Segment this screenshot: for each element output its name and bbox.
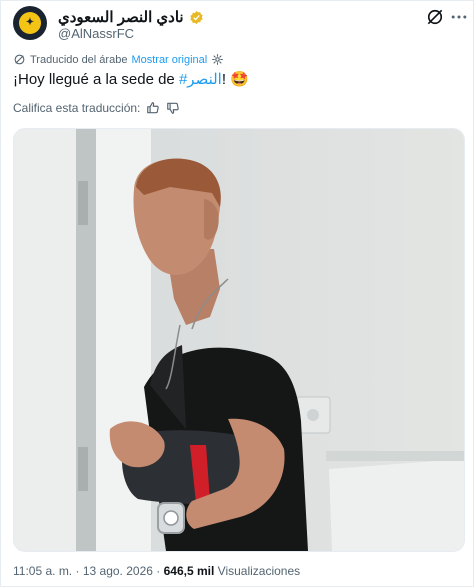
thumbs-up-icon[interactable]	[146, 101, 160, 115]
avatar[interactable]: ✦	[13, 6, 47, 40]
thumbs-down-icon[interactable]	[166, 101, 180, 115]
tweet-date[interactable]: 13 ago. 2026	[83, 564, 153, 578]
translate-icon	[14, 54, 25, 65]
star-struck-emoji: 🤩	[230, 71, 249, 88]
tweet-time[interactable]: 11:05 a. m.	[13, 564, 72, 578]
tweet-footer: 11:05 a. m. · 13 ago. 2026 · 646,5 mil V…	[13, 564, 300, 578]
verified-badge-icon	[189, 10, 203, 24]
translated-note: Traducido del árabe	[30, 53, 128, 66]
settings-gear-icon[interactable]	[211, 53, 224, 66]
tweet-photo[interactable]	[13, 128, 465, 552]
views-count: 646,5 mil	[163, 564, 215, 578]
tweet-text: ¡Hoy llegué a la sede de #النصر! 🤩	[13, 70, 249, 90]
display-name[interactable]: نادي النصر السعودي	[58, 8, 184, 26]
account-name-row: نادي النصر السعودي	[58, 8, 204, 26]
hashtag-link[interactable]: #النصر	[179, 71, 222, 88]
photo-illustration	[14, 129, 464, 551]
emblem-mark: ✦	[25, 17, 35, 28]
footer-separator: ·	[75, 564, 80, 578]
grok-icon[interactable]	[425, 7, 445, 27]
footer-separator: ·	[156, 564, 161, 578]
views-label: Visualizaciones	[217, 564, 301, 578]
account-handle[interactable]: @AlNassrFC	[58, 26, 134, 41]
more-options-icon[interactable]	[449, 7, 469, 27]
translation-bar: Traducido del árabe Mostrar original	[13, 52, 224, 67]
show-original-link[interactable]: Mostrar original	[131, 54, 207, 66]
rate-translation-row: Califica esta traducción:	[13, 100, 180, 116]
tweet-text-start: ¡Hoy llegué a la sede de	[13, 71, 179, 88]
tweet-text-end: !	[221, 71, 231, 88]
rate-translation-label: Califica esta traducción:	[13, 101, 141, 115]
